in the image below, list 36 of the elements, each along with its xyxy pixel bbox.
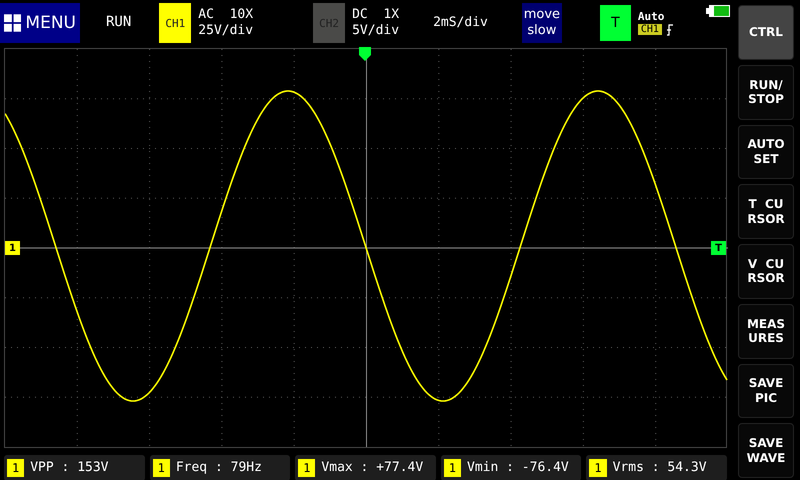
channel-number: 1 (152, 459, 170, 477)
channel-scale: 5V/div (352, 23, 400, 40)
side-button[interactable]: SAVE PIC (738, 364, 794, 418)
move-speed-button[interactable]: move slow (522, 3, 562, 43)
trigger-mode: Auto (638, 10, 666, 24)
side-button[interactable]: SAVE WAVE (738, 423, 794, 478)
channel-marker[interactable]: 1 (5, 241, 20, 255)
timebase: 2mS/div (433, 14, 488, 32)
measurement-value: Freq : 79Hz (176, 460, 262, 476)
measurement-value: VPP : 153V (30, 460, 109, 476)
measurement-value: Vmin : -76.4V (467, 460, 569, 476)
measurement-value: Vmax : +77.4V (321, 460, 424, 476)
channel-number: 1 (7, 459, 24, 477)
side-button[interactable]: MEAS URES (738, 304, 794, 358)
trigger-button[interactable]: T (600, 5, 631, 41)
trigger-position-icon (359, 47, 371, 61)
side-button[interactable]: V CU RSOR (738, 244, 794, 299)
side-button[interactable]: RUN/ STOP (738, 64, 794, 120)
battery-icon (706, 5, 730, 17)
run-status: RUN (106, 14, 132, 32)
trigger-source: CH1 (638, 24, 662, 36)
channel-coupling: AC 10X (198, 6, 254, 23)
side-button[interactable]: AUTO SET (738, 124, 794, 180)
channel-button[interactable]: CH1 (159, 3, 192, 43)
trigger-level-marker[interactable]: T (711, 241, 726, 255)
rising-edge-icon (666, 24, 673, 36)
channel-coupling: DC 1X (352, 6, 400, 23)
channel-number: 1 (444, 459, 462, 477)
grid-icon (4, 13, 22, 33)
channel-number: 1 (298, 459, 316, 477)
channel-number: 1 (589, 459, 607, 477)
measurement-value: Vrms : 54.3V (612, 460, 707, 476)
side-button[interactable]: CTRL (738, 5, 794, 60)
side-button[interactable]: T CU RSOR (738, 184, 794, 239)
channel-scale: 25V/div (198, 23, 254, 40)
menu-button[interactable]: MENU (0, 3, 80, 43)
